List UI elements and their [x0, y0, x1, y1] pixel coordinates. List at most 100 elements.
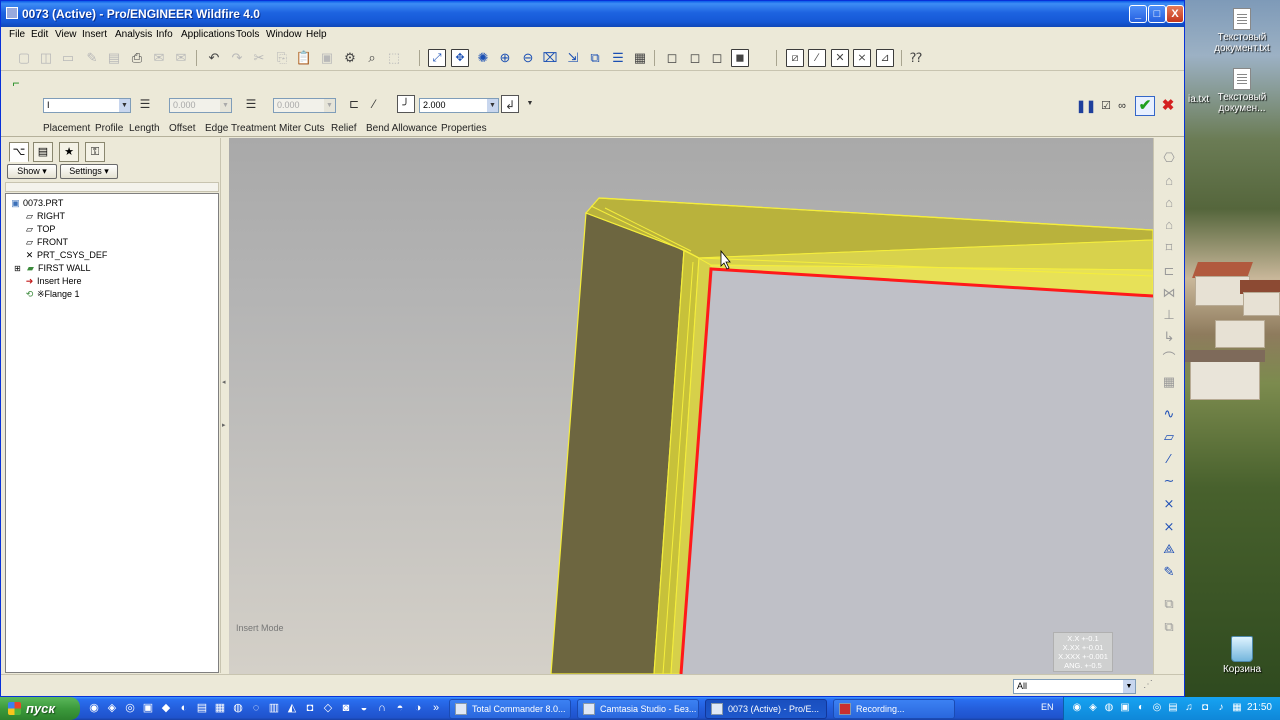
regenerate-icon[interactable]: ⚙	[341, 49, 359, 67]
merge-icon[interactable]: ⊥	[1160, 306, 1178, 324]
cancel-x-icon[interactable]: ✖	[1159, 97, 1177, 115]
task-camtasia[interactable]: Camtasia Studio - Без...	[577, 699, 699, 719]
flip-thickness-icon[interactable]: ⊏	[345, 95, 363, 113]
redo-icon[interactable]: ↷	[228, 49, 246, 67]
close-button[interactable]: X	[1166, 5, 1184, 23]
paste-special-icon[interactable]: ▣	[318, 49, 336, 67]
bend-icon[interactable]: ↳	[1160, 328, 1178, 346]
speaker-icon[interactable]: ♪	[1214, 701, 1228, 715]
unattached-wall-icon[interactable]: ⌂	[1160, 172, 1178, 190]
quicklaunch-icon[interactable]: ◒	[356, 700, 372, 716]
csys-tool-icon[interactable]: ⨯	[1160, 518, 1178, 536]
tree-item-first-wall[interactable]: ⊞ ▰ FIRST WALL	[12, 262, 90, 274]
resize-grip-icon[interactable]: ⋰	[1143, 679, 1153, 690]
start-button[interactable]: пуск	[0, 697, 80, 720]
cut-icon[interactable]: ✂	[250, 49, 268, 67]
mirror-feature-icon[interactable]: ⧉	[1160, 618, 1178, 636]
quicklaunch-icon[interactable]: ◈	[104, 700, 120, 716]
network-icon[interactable]: ▦	[1230, 701, 1244, 715]
minimize-button[interactable]: _	[1129, 5, 1147, 23]
tree-item-right[interactable]: ▱ RIGHT	[24, 210, 65, 222]
quicklaunch-icon[interactable]: ◉	[86, 700, 102, 716]
zoom-in-icon[interactable]: ⊕	[496, 49, 514, 67]
quicklaunch-arrow-icon[interactable]: »	[428, 700, 444, 716]
print-icon[interactable]: ⎙	[128, 49, 146, 67]
tray-icon[interactable]: ◘	[1198, 701, 1212, 715]
datum-planes-display-icon[interactable]: ⧄	[786, 49, 804, 67]
tab-bend-allowance[interactable]: Bend Allowance	[366, 123, 437, 134]
tray-icon[interactable]: ◐	[1134, 701, 1148, 715]
sketch-tool-icon[interactable]: ✎	[1160, 563, 1178, 581]
selection-box-icon[interactable]: ⬚	[385, 49, 403, 67]
task-proengineer[interactable]: 0073 (Active) - Pro/E...	[705, 699, 827, 719]
clock[interactable]: 21:50	[1247, 702, 1272, 713]
new-file-icon[interactable]: ▢	[15, 49, 33, 67]
menu-file[interactable]: File	[9, 29, 25, 40]
repaint-icon[interactable]: ⤢	[428, 49, 446, 67]
context-help-icon[interactable]: ⁇	[907, 49, 925, 67]
quicklaunch-icon[interactable]: ◐	[176, 700, 192, 716]
saved-views-icon[interactable]: ⧉	[586, 49, 604, 67]
quicklaunch-icon[interactable]: ▤	[194, 700, 210, 716]
tray-icon[interactable]: ◎	[1150, 701, 1164, 715]
annotation-display-icon[interactable]: ⊿	[876, 49, 894, 67]
shading-icon[interactable]: ◼	[731, 49, 749, 67]
tab-profile[interactable]: Profile	[95, 123, 123, 134]
graphics-window[interactable]: Insert Mode X.X +-0.1 X.XX +-0.01 X.XXX …	[229, 138, 1153, 674]
menu-insert[interactable]: Insert	[82, 29, 107, 40]
quicklaunch-icon[interactable]: ◘	[302, 700, 318, 716]
tab-properties[interactable]: Properties	[441, 123, 487, 134]
copy-feature-icon[interactable]: ⧉	[1160, 595, 1178, 613]
conversion-icon[interactable]: ⎔	[1160, 149, 1178, 167]
tree-item-csys[interactable]: ✕ PRT_CSYS_DEF	[24, 249, 108, 261]
view-manager-icon[interactable]: ▦	[631, 49, 649, 67]
reorient-icon[interactable]: ⇲	[564, 49, 582, 67]
menu-analysis[interactable]: Analysis	[115, 29, 152, 40]
task-recording[interactable]: Recording...	[833, 699, 955, 719]
connections-tab-icon[interactable]: ⚿	[85, 142, 105, 162]
folder-browser-tab-icon[interactable]: ▤	[33, 142, 53, 162]
open-folder-icon[interactable]: ▭	[59, 49, 77, 67]
datum-axes-display-icon[interactable]: ∕	[808, 49, 826, 67]
tree-item-insert-here[interactable]: ➜ Insert Here	[24, 275, 82, 287]
pause-icon[interactable]: ❚❚	[1076, 97, 1096, 115]
collapse-arrow-icon[interactable]: ◂	[222, 378, 226, 386]
tray-icon[interactable]: ◉	[1070, 701, 1084, 715]
chevron-down-icon[interactable]: ▼	[521, 95, 539, 113]
unbend-icon[interactable]: ⌒	[1160, 350, 1178, 368]
show-menu-button[interactable]: Show ▾	[7, 164, 57, 179]
datum-point-tool-icon[interactable]: ⨯	[1160, 495, 1178, 513]
quicklaunch-icon[interactable]: ◑	[410, 700, 426, 716]
confirm-check-icon[interactable]: ✔	[1135, 96, 1155, 116]
tree-item-flange[interactable]: ⟲ ※Flange 1	[24, 288, 80, 300]
sketch-curve-icon[interactable]: ∿	[1160, 405, 1178, 423]
menu-window[interactable]: Window	[266, 29, 302, 40]
quicklaunch-icon[interactable]: ∩	[374, 700, 390, 716]
menu-edit[interactable]: Edit	[31, 29, 48, 40]
datum-curve-tool-icon[interactable]: ∼	[1160, 472, 1178, 490]
zoom-out-icon[interactable]: ⊖	[519, 49, 537, 67]
edit-pen-icon[interactable]: ✎	[83, 49, 101, 67]
title-bar[interactable]: 0073 (Active) - Pro/ENGINEER Wildfire 4.…	[1, 1, 1184, 27]
menu-info[interactable]: Info	[156, 29, 173, 40]
quicklaunch-icon[interactable]: ▣	[140, 700, 156, 716]
csys-display-icon[interactable]: ⨯	[853, 49, 871, 67]
hidden-line-icon[interactable]: ◻	[686, 49, 704, 67]
quicklaunch-icon[interactable]: ◭	[284, 700, 300, 716]
quicklaunch-icon[interactable]: ◌	[248, 700, 264, 716]
menu-tools[interactable]: Tools	[236, 29, 259, 40]
quicklaunch-icon[interactable]: ◓	[392, 700, 408, 716]
task-total-commander[interactable]: Total Commander 8.0...	[449, 699, 571, 719]
tab-miter-cuts[interactable]: Miter Cuts	[279, 123, 325, 134]
extend-wall-icon[interactable]: ⊏	[1160, 262, 1178, 280]
datum-plane-tool-icon[interactable]: ▱	[1160, 428, 1178, 446]
favorites-tab-icon[interactable]: ★	[59, 142, 79, 162]
length-value-field[interactable]: 0.000 ▼	[273, 98, 336, 113]
expand-arrow-icon[interactable]: ▸	[222, 421, 226, 429]
save-icon[interactable]: ▤	[105, 49, 123, 67]
send-mail-attachment-icon[interactable]: ✉	[172, 49, 190, 67]
no-hidden-icon[interactable]: ◻	[708, 49, 726, 67]
desktop-text-document-1[interactable]: Текстовый документ.txt	[1202, 8, 1280, 54]
tab-length[interactable]: Length	[129, 123, 160, 134]
quicklaunch-icon[interactable]: ◇	[320, 700, 336, 716]
